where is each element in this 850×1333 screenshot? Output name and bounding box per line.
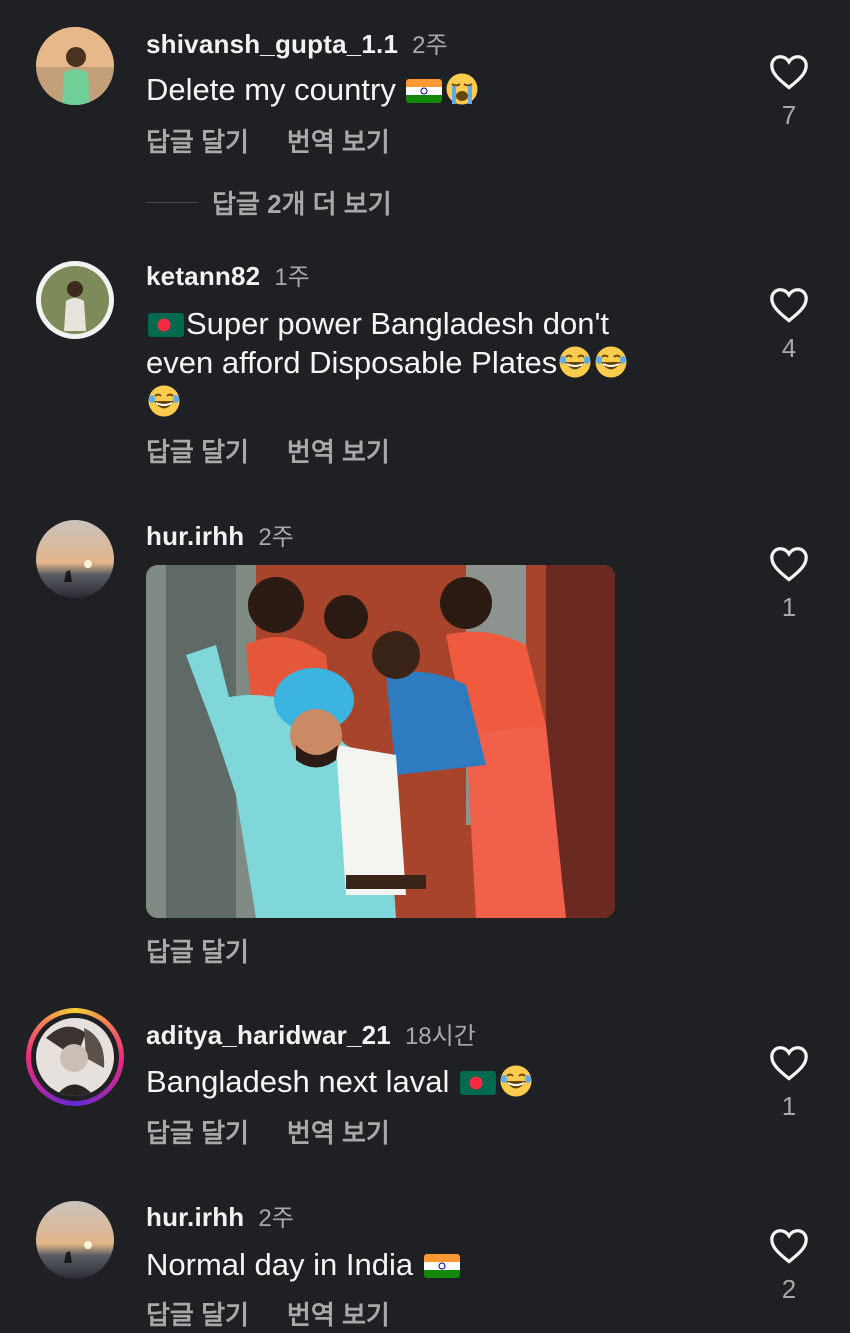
view-more-replies-button[interactable]: 답글 2개 더 보기 bbox=[146, 184, 392, 221]
laughing-face-icon bbox=[594, 345, 628, 379]
view-more-replies-label: 답글 2개 더 보기 bbox=[212, 189, 392, 219]
comments-list: shivansh_gupta_1.1 2주 Delete my country … bbox=[0, 0, 850, 1333]
heart-icon[interactable] bbox=[769, 1228, 809, 1264]
translate-button[interactable]: 번역 보기 bbox=[287, 1113, 390, 1150]
avatar bbox=[36, 1018, 114, 1096]
like-control: 7 bbox=[768, 54, 810, 131]
comment-body: Normal day in India bbox=[146, 1247, 414, 1282]
username[interactable]: aditya_haridwar_21 bbox=[146, 1020, 391, 1051]
timestamp: 2주 bbox=[258, 524, 294, 551]
comment-text: Normal day in India bbox=[146, 1245, 706, 1284]
laughing-face-icon bbox=[558, 345, 592, 379]
comment-body-line2: even afford Disposable Plates bbox=[146, 345, 558, 380]
like-count: 2 bbox=[781, 1274, 797, 1304]
comment-actions: 답글 달기 번역 보기 bbox=[146, 1295, 390, 1332]
comment-text: Delete my country bbox=[146, 70, 706, 109]
gif-attachment[interactable] bbox=[146, 565, 615, 918]
avatar[interactable] bbox=[36, 27, 114, 105]
comment-actions: 답글 달기 번역 보기 bbox=[146, 1113, 390, 1150]
comment-body: Delete my country bbox=[146, 72, 396, 107]
username[interactable]: ketann82 bbox=[146, 261, 260, 292]
comment-text: Bangladesh next laval bbox=[146, 1062, 706, 1101]
comment-meta: ketann82 1주 bbox=[146, 257, 310, 292]
like-count: 1 bbox=[781, 592, 797, 622]
reply-button[interactable]: 답글 달기 bbox=[146, 122, 249, 159]
comment-text: Super power Bangladesh don't even afford… bbox=[146, 304, 706, 421]
username[interactable]: hur.irhh bbox=[146, 1202, 244, 1233]
timestamp: 2주 bbox=[258, 1205, 294, 1232]
username[interactable]: shivansh_gupta_1.1 bbox=[146, 29, 398, 60]
flag-india-icon bbox=[424, 1254, 460, 1278]
like-control: 4 bbox=[768, 287, 810, 364]
comment-actions: 답글 달기 번역 보기 bbox=[146, 122, 390, 159]
comment-meta: shivansh_gupta_1.1 2주 bbox=[146, 25, 448, 60]
laughing-face-icon bbox=[147, 384, 181, 418]
laughing-face-icon bbox=[499, 1064, 533, 1098]
story-ring-gap bbox=[31, 1013, 119, 1101]
timestamp: 2주 bbox=[412, 32, 448, 59]
like-count: 1 bbox=[781, 1091, 797, 1121]
crying-face-icon bbox=[445, 72, 479, 106]
comment-body: Bangladesh next laval bbox=[146, 1064, 450, 1099]
avatar[interactable] bbox=[36, 261, 114, 339]
like-count: 4 bbox=[781, 333, 797, 363]
avatar[interactable] bbox=[36, 1201, 114, 1279]
flag-bangladesh-icon bbox=[460, 1071, 496, 1095]
reply-button[interactable]: 답글 달기 bbox=[146, 1295, 249, 1332]
translate-button[interactable]: 번역 보기 bbox=[287, 122, 390, 159]
heart-icon[interactable] bbox=[769, 1045, 809, 1081]
heart-icon[interactable] bbox=[769, 546, 809, 582]
avatar[interactable] bbox=[36, 520, 114, 598]
like-control: 2 bbox=[768, 1228, 810, 1305]
reply-button[interactable]: 답글 달기 bbox=[146, 932, 249, 969]
heart-icon[interactable] bbox=[769, 287, 809, 323]
comment-meta: aditya_haridwar_21 18시간 bbox=[146, 1016, 476, 1051]
translate-button[interactable]: 번역 보기 bbox=[287, 1295, 390, 1332]
username[interactable]: hur.irhh bbox=[146, 521, 244, 552]
reply-button[interactable]: 답글 달기 bbox=[146, 1113, 249, 1150]
comment-actions: 답글 달기 번역 보기 bbox=[146, 432, 390, 469]
timestamp: 1주 bbox=[274, 264, 310, 291]
comment-meta: hur.irhh 2주 bbox=[146, 1198, 294, 1233]
like-control: 1 bbox=[768, 546, 810, 623]
comment-body-line1: Super power Bangladesh don't bbox=[186, 306, 609, 341]
timestamp: 18시간 bbox=[404, 1023, 476, 1050]
heart-icon[interactable] bbox=[769, 54, 809, 90]
avatar-with-story-ring[interactable] bbox=[26, 1008, 124, 1106]
divider-line bbox=[146, 202, 198, 203]
comment-actions: 답글 달기 bbox=[146, 932, 249, 969]
reply-button[interactable]: 답글 달기 bbox=[146, 432, 249, 469]
comment-meta: hur.irhh 2주 bbox=[146, 517, 294, 552]
flag-bangladesh-icon bbox=[148, 313, 184, 337]
like-control: 1 bbox=[768, 1045, 810, 1122]
translate-button[interactable]: 번역 보기 bbox=[287, 432, 390, 469]
like-count: 7 bbox=[781, 100, 797, 130]
flag-india-icon bbox=[406, 79, 442, 103]
